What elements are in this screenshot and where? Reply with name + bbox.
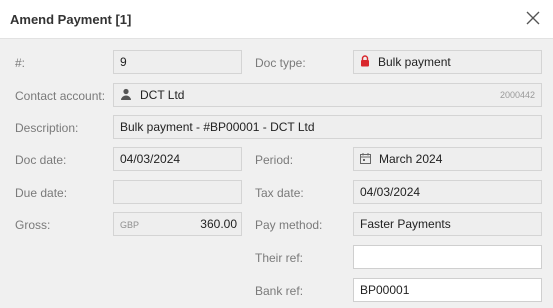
pay-method-label: Pay method:: [255, 218, 323, 232]
pay-method-field: Faster Payments: [353, 212, 542, 236]
description-field: Bulk payment - #BP00001 - DCT Ltd: [113, 115, 542, 139]
gross-currency: GBP: [120, 220, 140, 230]
lock-icon: [360, 52, 370, 73]
doc-date-label: Doc date:: [15, 153, 67, 167]
bank-ref-input[interactable]: BP00001: [353, 278, 542, 302]
person-icon: [120, 85, 132, 106]
period-field: March 2024: [353, 147, 542, 171]
contact-code: 2000442: [499, 90, 535, 100]
calendar-icon: [360, 149, 371, 170]
close-icon: [526, 11, 540, 25]
doc-date-field: 04/03/2024: [113, 147, 242, 171]
doc-type-field: Bulk payment: [353, 50, 542, 74]
number-field: 9: [113, 50, 242, 74]
due-date-label: Due date:: [15, 186, 68, 200]
description-label: Description:: [15, 121, 79, 135]
contact-account-label: Contact account:: [15, 89, 106, 103]
dialog-header: Amend Payment [1]: [0, 0, 553, 39]
tax-date-label: Tax date:: [255, 186, 304, 200]
their-ref-label: Their ref:: [255, 251, 304, 265]
tax-date-field: 04/03/2024: [353, 180, 542, 204]
gross-field: GBP 360.00: [113, 212, 242, 236]
doc-type-label: Doc type:: [255, 56, 306, 70]
their-ref-input[interactable]: [353, 245, 542, 269]
bank-ref-label: Bank ref:: [255, 284, 304, 298]
due-date-field: [113, 180, 242, 204]
contact-account-value: DCT Ltd: [140, 88, 185, 102]
dialog-title: Amend Payment [1]: [10, 12, 132, 27]
amend-payment-dialog: Amend Payment [1] #: 9 Doc type: Bulk pa…: [0, 0, 553, 308]
number-label: #:: [15, 56, 26, 70]
doc-type-value: Bulk payment: [378, 55, 451, 69]
gross-amount: 360.00: [200, 217, 237, 231]
close-button[interactable]: [523, 8, 543, 28]
period-value: March 2024: [379, 152, 443, 166]
contact-account-field: DCT Ltd 2000442: [113, 83, 542, 107]
period-label: Period:: [255, 153, 294, 167]
gross-label: Gross:: [15, 218, 51, 232]
